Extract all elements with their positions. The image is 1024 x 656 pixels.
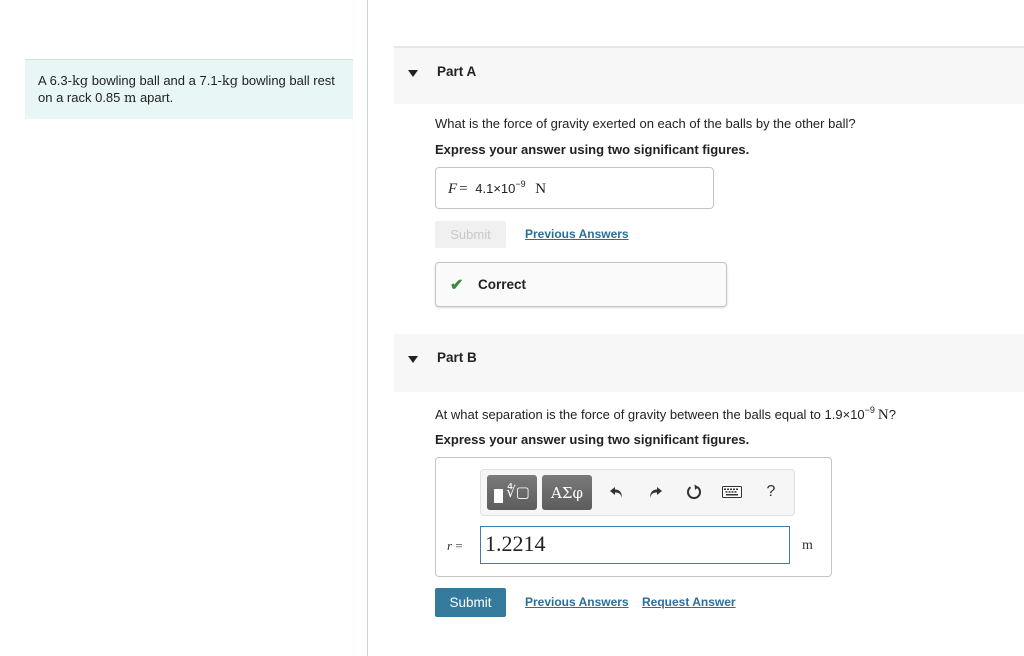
input-variable: r (447, 538, 453, 553)
page: A 6.3-kg bowling ball and a 7.1-kg bowli… (0, 0, 1024, 656)
problem-unit-kg-2: kg (221, 74, 239, 89)
question-text: At what separation is the force of gravi… (435, 407, 865, 422)
question-exponent: −9 (864, 405, 875, 415)
question-unit: N (877, 407, 889, 423)
part-a-header[interactable]: Part A (394, 46, 1024, 104)
part-a-previous-answers-link[interactable]: Previous Answers (525, 227, 629, 241)
collapse-triangle-icon[interactable] (408, 70, 418, 77)
answer-mantissa: 4.1×10 (475, 181, 516, 196)
collapse-triangle-icon[interactable] (408, 356, 418, 363)
problem-text-1: A 6.3- (38, 73, 72, 88)
answer-equals: = (459, 181, 468, 197)
problem-panel: A 6.3-kg bowling ball and a 7.1-kg bowli… (0, 0, 367, 656)
greek-symbols-button[interactable]: ΑΣφ (542, 475, 592, 510)
part-b-header[interactable]: Part B (394, 334, 1024, 392)
question-suffix: ? (888, 407, 896, 422)
input-unit: m (802, 538, 813, 553)
check-icon: ✔ (450, 277, 464, 294)
problem-unit-m: m (124, 91, 137, 106)
part-a-submit-button: Submit (435, 221, 506, 248)
reset-icon[interactable] (682, 480, 706, 504)
part-a-feedback: ✔ Correct (435, 262, 727, 307)
part-b-label: Part B (437, 350, 477, 365)
radical-glyph: ∜▢ (506, 483, 530, 501)
templates-radical-icon (494, 488, 504, 503)
answer-unit: N (535, 181, 547, 197)
feedback-text: Correct (478, 277, 527, 292)
templates-button[interactable]: ∜▢ (487, 475, 537, 510)
request-answer-link[interactable]: Request Answer (642, 595, 736, 609)
problem-unit-kg-1: kg (71, 74, 89, 89)
input-equals: = (455, 538, 463, 553)
column-divider (367, 0, 368, 656)
input-variable-label: r = (447, 538, 463, 554)
part-a-label: Part A (437, 64, 477, 79)
keyboard-icon[interactable] (720, 480, 744, 504)
problem-text-2: bowling ball and a 7.1- (88, 73, 222, 88)
part-b-answer-editor: ∜▢ ΑΣφ ? r = 1.2214 m (435, 457, 832, 577)
part-b-instruction: Express your answer using two significan… (435, 432, 750, 447)
part-a-answer-display: F = 4.1×10−9 N (435, 167, 714, 209)
undo-icon[interactable] (605, 480, 629, 504)
part-b-question: At what separation is the force of gravi… (435, 405, 896, 424)
answer-input[interactable]: 1.2214 (480, 526, 790, 564)
part-b-previous-answers-link[interactable]: Previous Answers (525, 595, 629, 609)
problem-statement: A 6.3-kg bowling ball and a 7.1-kg bowli… (25, 59, 353, 119)
help-button[interactable]: ? (759, 480, 783, 504)
answer-variable: F (448, 181, 458, 197)
math-toolbar: ∜▢ ΑΣφ ? (480, 469, 795, 516)
part-b-submit-button[interactable]: Submit (435, 588, 506, 617)
part-a-question: What is the force of gravity exerted on … (435, 116, 856, 131)
redo-icon[interactable] (643, 480, 667, 504)
problem-text-4: apart. (136, 90, 174, 105)
part-a-instruction: Express your answer using two significan… (435, 142, 750, 157)
answer-exponent: −9 (515, 179, 526, 189)
